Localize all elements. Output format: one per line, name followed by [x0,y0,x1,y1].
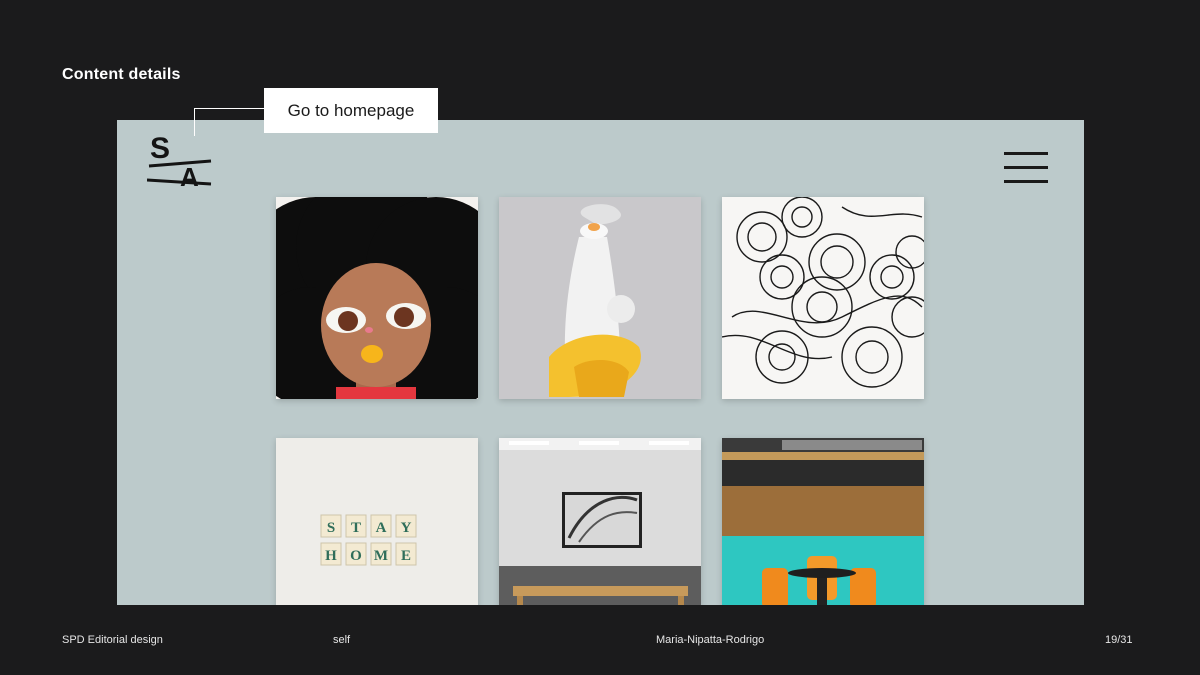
grid-item-sculpture[interactable] [499,197,701,399]
tile-t: T [351,520,361,536]
tile-e: E [401,548,411,564]
footer-project: SPD Editorial design [62,634,163,646]
footer-page-number: 19/31 [1105,634,1133,646]
go-to-homepage-callout: Go to homepage [264,88,438,133]
slide-title: Content details [62,66,181,83]
tile-o: O [350,548,362,564]
grid-item-orange-chairs[interactable] [722,438,924,605]
grid-item-ink-drawing[interactable] [722,197,924,399]
tile-h: H [325,548,337,564]
grid-item-stay-home[interactable]: S T A Y H O M E [276,438,478,605]
tile-a: A [376,520,387,536]
website-mockup: S A S T A Y H O M E [117,120,1084,605]
tile-s: S [327,520,335,536]
footer-author: Maria-Nipatta-Rodrigo [656,634,765,646]
sa-logo[interactable]: S A [147,128,213,188]
tile-y: Y [401,520,412,536]
grid-item-gallery-room[interactable] [499,438,701,605]
tile-m: M [374,548,388,564]
logo-letter-s: S [150,132,170,165]
footer-type: self [333,634,351,646]
callout-connector-line [194,108,265,136]
grid-item-girl-portrait[interactable] [276,197,478,399]
hamburger-menu-icon[interactable] [1004,152,1048,184]
